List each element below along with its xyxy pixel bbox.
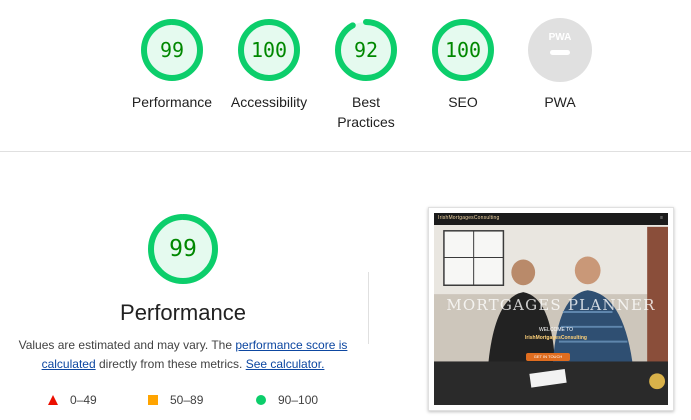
gauge-label: SEO [448,94,478,110]
gauge-score: 100 [250,38,288,62]
screenshot-image: IrishMortgagesConsulting ≡ MORTGAGES PLA… [434,213,668,405]
gauge-best-practices[interactable]: 92 Best Practices [316,17,416,132]
legend-range: 50–89 [170,393,204,407]
gauge-ring: 92 [333,17,399,83]
screenshot-brand: IrishMortgagesConsulting [438,215,500,221]
note-middle: directly from these metrics. [95,357,246,371]
gauge-seo[interactable]: 100 SEO [413,17,513,112]
final-screenshot[interactable]: IrishMortgagesConsulting ≡ MORTGAGES PLA… [428,207,674,411]
legend-range: 90–100 [278,393,319,407]
section-title: Performance [120,300,246,325]
gauge-score: 99 [169,236,197,262]
legend-item-fail: 0–49 [48,393,97,407]
note-prefix: Values are estimated and may vary. The [18,338,236,352]
legend-item-pass: 90–100 [256,393,318,407]
gauge-score: 100 [444,38,482,62]
gauge-label: Performance [131,94,213,110]
gauge-score: 92 [353,38,379,62]
gauge-ring: 100 [236,17,302,83]
gauge-ring: 99 [146,212,220,286]
score-legend: 0–49 50–89 90–100 [0,393,360,411]
gauge-performance[interactable]: 99 Performance [122,17,222,112]
gauge-score: 99 [159,38,185,62]
red-triangle-icon [48,395,58,405]
subtitle-brand: IrishMortgagesConsulting [525,335,587,341]
screenshot-headline: MORTGAGES PLANNER [446,296,656,314]
legend-item-average: 50–89 [148,393,203,407]
calculator-link[interactable]: See calculator. [246,357,325,371]
metrics-note: Values are estimated and may vary. The p… [12,336,354,374]
gauge-label: Best Practices [337,94,395,130]
pwa-label: PWA [544,94,576,110]
green-circle-icon [256,395,266,405]
pwa-badge-text: PWA [549,32,572,43]
gauge-accessibility[interactable]: 100 Accessibility [219,17,319,112]
main-performance-gauge: 99 [132,212,234,286]
gauge-ring: 100 [430,17,496,83]
screenshot-subtitle: WELCOME TO IrishMortgagesConsulting [506,326,606,342]
screenshot-cta-button: GET IN TOUCH [526,353,570,361]
subtitle-line: WELCOME TO [539,327,573,333]
gauge-ring: 99 [139,17,205,83]
menu-icon: ≡ [660,215,663,221]
section-divider [0,151,691,152]
gauge-label: Accessibility [230,94,308,110]
pwa-badge-icon[interactable]: PWA [528,18,592,82]
vertical-divider [368,272,369,344]
orange-square-icon [148,395,158,405]
legend-range: 0–49 [70,393,97,407]
